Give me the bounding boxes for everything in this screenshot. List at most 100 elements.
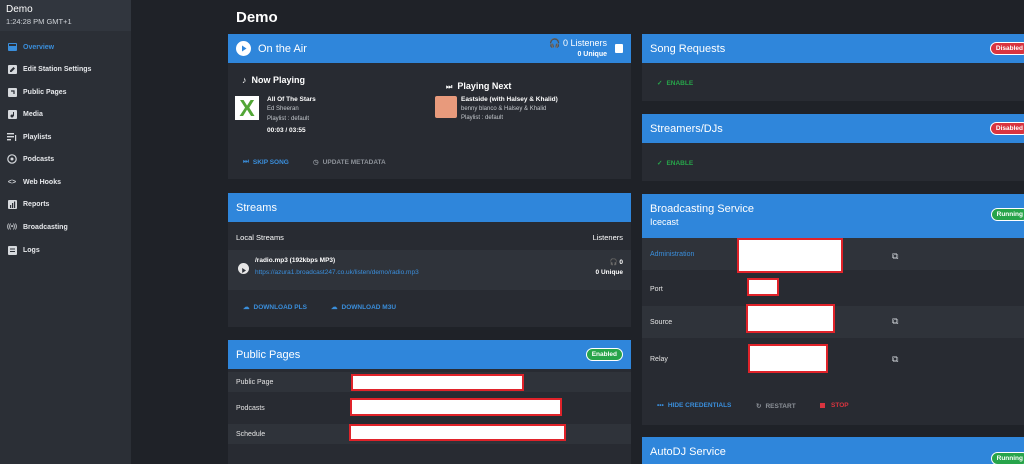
row-label: Port	[650, 285, 663, 293]
check-icon: ✓	[657, 80, 663, 87]
streams-card: Streams Local Streams Listeners /radio.m…	[228, 193, 631, 327]
relay-row: Relay	[642, 343, 1024, 375]
sidebar-item-playlists[interactable]: Playlists	[0, 126, 131, 148]
sidebar-item-broadcasting[interactable]: ((•)) Broadcasting	[0, 216, 131, 238]
sidebar-item-label: Web Hooks	[23, 178, 61, 186]
skip-song-label: SKIP SONG	[252, 158, 289, 166]
edit-icon	[7, 64, 17, 74]
broadcast-icon: ((•))	[6, 224, 18, 230]
redacted-relay	[748, 344, 828, 373]
now-playing-label: Now Playing	[251, 75, 306, 85]
restart-icon: ↻	[756, 403, 762, 410]
sidebar-item-reports[interactable]: Reports	[0, 193, 131, 215]
stream-unique: 0 Unique	[595, 269, 623, 276]
sidebar-item-label: Edit Station Settings	[23, 65, 92, 73]
stream-listener-count: 🎧 0	[609, 258, 623, 266]
listeners-report-icon[interactable]	[615, 44, 623, 53]
code-icon: <>	[7, 178, 17, 186]
skip-song-button[interactable]: ⏭ SKIP SONG	[243, 158, 289, 166]
hide-credentials-label: HIDE CREDENTIALS	[667, 402, 732, 409]
enable-label: ENABLE	[666, 159, 694, 167]
reports-icon	[7, 199, 17, 209]
main-content: Demo On the Air 🎧 0 Listeners 0 Unique ♪…	[131, 0, 1024, 464]
redacted-port	[747, 278, 779, 296]
status-badge: Enabled	[585, 348, 623, 361]
redacted-source	[746, 304, 835, 333]
album-art-next	[435, 96, 457, 118]
sidebar-item-overview[interactable]: Overview	[0, 36, 131, 58]
streams-title: Streams	[236, 201, 277, 214]
cloud-download-icon: ☁	[243, 304, 250, 311]
restart-button[interactable]: ↻ RESTART	[756, 402, 796, 411]
broadcasting-header: Broadcasting Service Icecast Running	[642, 194, 1024, 238]
album-art-now: X	[235, 96, 259, 120]
next-artist: benny blanco & Halsey & Khalid	[461, 106, 547, 112]
song-requests-header: Song Requests Disabled	[642, 34, 1024, 63]
play-icon[interactable]	[236, 41, 251, 56]
stream-url[interactable]: https://azura1.broadcast247.co.uk/listen…	[255, 269, 419, 276]
play-stream-icon[interactable]	[238, 263, 249, 274]
headphones-icon: 🎧	[549, 37, 561, 48]
status-badge: Running	[990, 208, 1024, 221]
row-label: Podcasts	[236, 404, 265, 412]
sidebar-item-media[interactable]: Media	[0, 103, 131, 125]
redacted-schedule-url	[349, 424, 566, 441]
redacted-podcasts-url	[350, 398, 562, 416]
row-label: Relay	[650, 355, 668, 363]
sidebar-item-public-pages[interactable]: Public Pages	[0, 81, 131, 103]
now-playlist: Playlist : default	[267, 116, 310, 122]
station-time: 1:24:28 PM GMT+1	[6, 17, 72, 26]
sidebar-item-web-hooks[interactable]: <> Web Hooks	[0, 171, 131, 193]
administration-link[interactable]: Administration	[650, 251, 694, 258]
on-air-title: On the Air	[258, 42, 307, 55]
cloud-download-icon: ☁	[331, 304, 338, 311]
status-badge: Running	[990, 452, 1024, 464]
public-pages-card: Public Pages Enabled Public Page Podcasts…	[228, 340, 631, 464]
status-badge: Disabled	[989, 42, 1024, 55]
public-pages-icon	[7, 87, 17, 97]
now-artist: Ed Sheeran	[267, 106, 299, 112]
streams-header: Streams	[228, 193, 631, 222]
skip-icon: ⏭	[243, 158, 249, 165]
row-label: Schedule	[236, 430, 266, 438]
download-pls-label: DOWNLOAD PLS	[253, 303, 307, 311]
station-name: Demo	[6, 4, 33, 15]
sidebar-item-label: Public Pages	[23, 88, 67, 96]
sidebar-item-label: Podcasts	[23, 155, 55, 163]
sidebar-item-edit-station-settings[interactable]: Edit Station Settings	[0, 58, 131, 80]
song-requests-card: Song Requests Disabled ✓ ENABLE	[642, 34, 1024, 101]
row-label: Public Page	[236, 378, 274, 386]
sidebar-item-podcasts[interactable]: Podcasts	[0, 148, 131, 170]
restart-label: RESTART	[765, 402, 796, 410]
now-song: All Of The Stars	[267, 96, 316, 103]
streamers-title: Streamers/DJs	[650, 122, 723, 135]
autodj-title: AutoDJ Service	[650, 446, 726, 458]
stream-name: /radio.mp3 (192kbps MP3)	[255, 257, 336, 264]
playlist-icon	[7, 132, 17, 142]
hide-credentials-button[interactable]: ••• HIDE CREDENTIALS	[657, 402, 731, 409]
sidebar-item-label: Reports	[23, 200, 50, 208]
sidebar-item-logs[interactable]: Logs	[0, 239, 131, 261]
enable-requests-button[interactable]: ✓ ENABLE	[657, 79, 693, 88]
streamers-card: Streamers/DJs Disabled ✓ ENABLE	[642, 114, 1024, 181]
stop-label: STOP	[831, 402, 849, 409]
next-song: Eastside (with Halsey & Khalid)	[461, 96, 558, 103]
copy-icon[interactable]: ⧉	[892, 354, 898, 365]
redacted-admin-credentials	[737, 238, 843, 273]
sidebar-item-label: Broadcasting	[23, 223, 68, 231]
sidebar-item-label: Overview	[23, 43, 55, 51]
stream-row: /radio.mp3 (192kbps MP3) https://azura1.…	[228, 250, 631, 290]
copy-icon[interactable]: ⧉	[892, 251, 898, 262]
download-m3u-button[interactable]: ☁ DOWNLOAD M3U	[331, 303, 396, 312]
more-icon: •••	[657, 402, 664, 409]
check-icon: ✓	[657, 160, 663, 167]
update-metadata-label: UPDATE METADATA	[322, 158, 386, 166]
public-pages-header: Public Pages Enabled	[228, 340, 631, 369]
copy-icon[interactable]: ⧉	[892, 316, 898, 327]
enable-streamers-button[interactable]: ✓ ENABLE	[657, 159, 694, 168]
stop-button[interactable]: STOP	[820, 402, 849, 409]
station-header: Demo 1:24:28 PM GMT+1	[0, 0, 131, 31]
update-metadata-button[interactable]: ◷ UPDATE METADATA	[313, 158, 386, 167]
sidebar-item-label: Playlists	[23, 133, 52, 141]
download-pls-button[interactable]: ☁ DOWNLOAD PLS	[243, 303, 307, 312]
